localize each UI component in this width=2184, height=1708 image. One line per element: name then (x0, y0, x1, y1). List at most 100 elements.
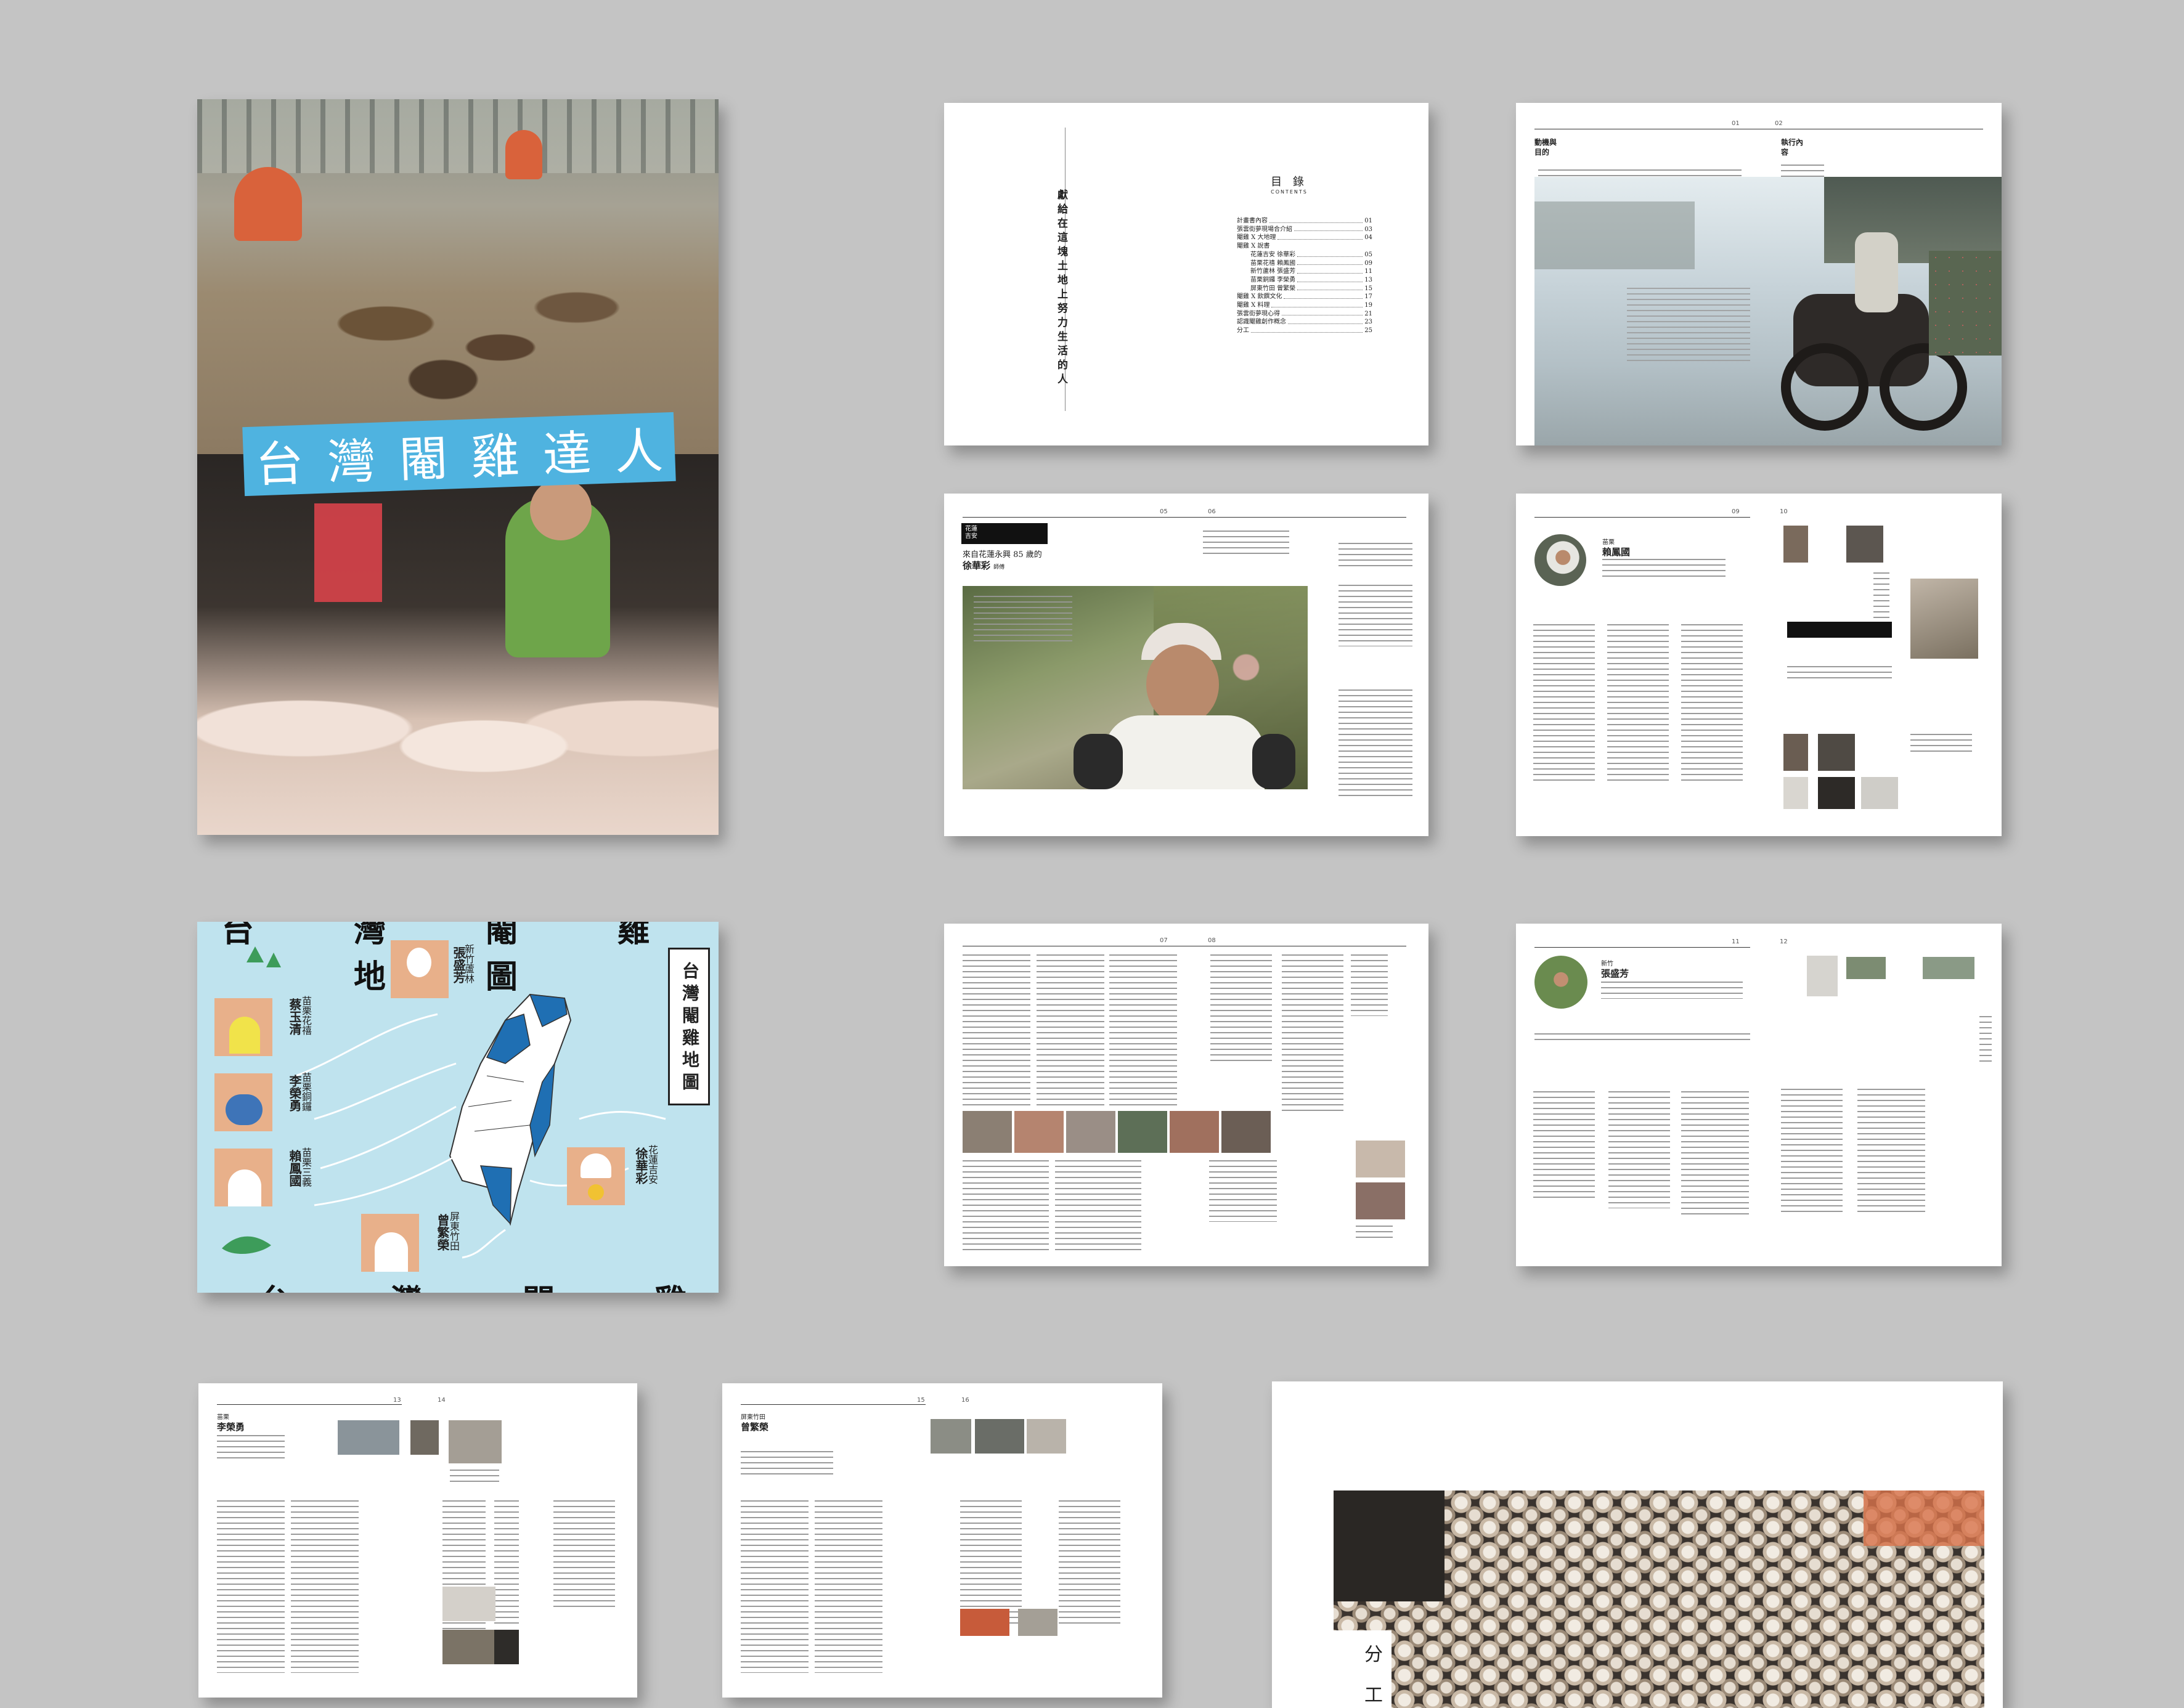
side-captions (1356, 1226, 1393, 1238)
col-8 (1055, 1160, 1141, 1253)
cover-title-char: 人 (614, 423, 664, 481)
toc-entry-label: 計畫書內容 (1237, 218, 1268, 224)
spread-article: 07 08 (944, 924, 1428, 1266)
person-name: 張盛芳 (451, 946, 466, 983)
map-page: 台 灣 閹 雞 地 圖 台 灣 閹 雞 地 圖 台灣閹雞地圖 新竹蘆林 張盛芳 … (197, 922, 719, 1293)
col-2 (1037, 954, 1104, 1108)
toc-title: 目 錄 (1271, 176, 1308, 189)
photo-1 (338, 1420, 399, 1455)
toc-entry[interactable]: 閹雞 X 說書 (1237, 242, 1372, 251)
toc-entry-label: 屏東竹田 曾繁榮 (1250, 285, 1296, 292)
name-line: 徐華彩 師傅 (963, 559, 1004, 572)
page-number-left: 11 (1732, 938, 1740, 945)
col-1 (217, 1500, 285, 1673)
person-card-xu[interactable] (567, 1147, 625, 1205)
toc-entry[interactable]: 閹雞 X 大地理 04 (1237, 234, 1372, 242)
hands-photo (1910, 579, 1978, 659)
tools-photo-7 (1861, 777, 1898, 809)
avatar (407, 948, 431, 977)
col-5 (1857, 1089, 1925, 1212)
photo-caption-text (974, 596, 1072, 645)
tools-photo-3 (1783, 734, 1808, 771)
kicker-block: 花蓮吉安 (961, 523, 1048, 544)
toc-entry[interactable]: 屏東竹田 曾繁榮 15 (1237, 285, 1372, 293)
page-number-left: 05 (1160, 508, 1168, 515)
person-card-lai[interactable] (214, 1149, 272, 1206)
kicker-text: 新竹 (1601, 961, 1613, 967)
master-name: 李榮勇 (217, 1421, 245, 1433)
right-col-text (1873, 572, 1889, 622)
spread-intro: 01 02 動機與目的 執行內容 (1516, 103, 2002, 445)
photo-captions (1910, 734, 1972, 752)
col-2 (291, 1500, 359, 1673)
toc-entry[interactable]: 認識閹雞創作概念 23 (1237, 318, 1372, 327)
page-number-left: 15 (917, 1397, 925, 1404)
toc-entry[interactable]: 花蓮吉安 徐華彩 05 (1237, 251, 1372, 259)
toc-entry-page: 04 (1364, 234, 1372, 242)
toc-entry[interactable]: 張雲街夢現場合介紹 03 (1237, 226, 1372, 234)
cover-title-char: 灣 (326, 433, 377, 491)
kicker-text: 屏東竹田 (741, 1414, 765, 1421)
right-col-2 (1339, 543, 1412, 567)
name-suffix: 師傅 (993, 564, 1005, 571)
toc-spread: 獻給在這塊土地上努力生活的人 目 錄 CONTENTS 計畫書內容 01 張雲街夢… (944, 103, 1428, 445)
avatar (228, 1169, 261, 1206)
kicker-text: 苗栗 (217, 1414, 229, 1421)
strip-photo (1170, 1111, 1219, 1153)
toc-entry-label: 苗栗銅鑼 李榮勇 (1250, 276, 1296, 283)
toc-entry-label: 閹雞 X 料理 (1237, 302, 1270, 309)
tools-photo-4 (1818, 734, 1855, 771)
photo-strip (963, 1111, 1271, 1153)
toc-entry-label: 認識閹雞創作概念 (1237, 319, 1286, 326)
photo-caption (450, 1470, 499, 1482)
col-7 (963, 1160, 1049, 1253)
person-card-zhang[interactable] (391, 940, 449, 998)
toc-entry-page: 13 (1364, 276, 1372, 283)
person-card-li[interactable] (214, 1073, 272, 1131)
subtitle: 來自花蓮永興 85 歲的 (963, 550, 1042, 559)
page-number-right: 06 (1208, 508, 1216, 515)
page-number-right: 14 (438, 1397, 446, 1404)
person-card-cai[interactable] (214, 998, 272, 1056)
toc-list: 計畫書內容 01 張雲街夢現場合介紹 03 閹雞 X 大地理 04 閹雞 X 說書 花… (1237, 217, 1372, 335)
toc-entry[interactable]: 計畫書內容 01 (1237, 217, 1372, 226)
tools-photo-1 (1783, 526, 1808, 563)
photo-5 (442, 1630, 495, 1664)
division-page: 分 工 (1272, 1381, 2003, 1708)
page-number-right: 08 (1208, 937, 1216, 944)
toc-entry[interactable]: 張雲街夢現心得 21 (1237, 310, 1372, 319)
toc-entry-page: 11 (1364, 268, 1372, 275)
col-3 (1681, 1091, 1749, 1214)
toc-entry-page: 15 (1364, 285, 1372, 292)
right-col-3 (1339, 585, 1412, 646)
strip-photo (1066, 1111, 1115, 1153)
toc-entry-page: 21 (1364, 310, 1372, 317)
photo-4 (442, 1587, 495, 1621)
page-number-left: 01 (1732, 120, 1740, 127)
cover-title-char: 達 (542, 426, 592, 484)
quote-text (1787, 666, 1892, 678)
caption-black-block (1787, 622, 1892, 638)
col-4 (494, 1500, 519, 1624)
person-card-zeng[interactable] (361, 1214, 419, 1272)
person-name: 李榮勇 (287, 1075, 302, 1112)
header-rule (741, 1404, 926, 1405)
toc-entry-label: 張雲街夢現心得 (1237, 310, 1280, 317)
toc-entry-label: 閹雞 X 飲饌文化 (1237, 293, 1282, 301)
spread-zhang: 11 12 新竹 張盛芳 (1516, 924, 2002, 1266)
page-number-right: 12 (1780, 938, 1788, 945)
person-name: 徐華彩 (634, 1147, 648, 1184)
toc-entry[interactable]: 閹雞 X 料理 19 (1237, 301, 1372, 310)
toc-entry-page: 05 (1364, 251, 1372, 258)
header-rule (963, 517, 1406, 518)
toc-entry[interactable]: 苗栗銅鑼 李榮勇 13 (1237, 276, 1372, 285)
col-1 (1533, 624, 1595, 784)
toc-entry-label: 分工 (1237, 327, 1249, 335)
toc-entry[interactable]: 閹雞 X 飲饌文化 17 (1237, 293, 1372, 301)
toc-entry-label: 閹雞 X 大地理 (1237, 234, 1276, 242)
page-number-right: 16 (961, 1397, 969, 1404)
toc-entry[interactable]: 分工 25 (1237, 327, 1372, 335)
toc-entry[interactable]: 苗栗花禧 賴鳳國 09 (1237, 259, 1372, 268)
toc-entry[interactable]: 新竹蘆林 張盛芳 11 (1237, 267, 1372, 276)
strip-photo (963, 1111, 1012, 1153)
